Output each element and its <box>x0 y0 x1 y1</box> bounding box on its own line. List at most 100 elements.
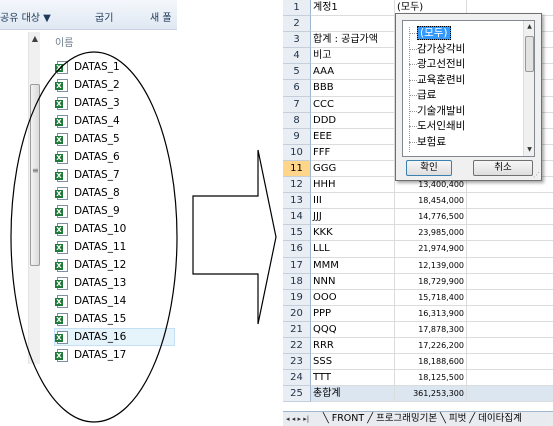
row-header[interactable]: 12 <box>283 177 311 194</box>
cell-b[interactable]: 18,125,500 <box>395 370 467 386</box>
cell-a[interactable]: SSS <box>311 354 395 370</box>
cell-a[interactable]: MMM <box>311 257 395 273</box>
row-header[interactable]: 20 <box>283 305 311 322</box>
cell-a[interactable]: JJJ <box>311 209 395 225</box>
cell-a[interactable]: 총합계 <box>311 386 395 402</box>
cell-b[interactable]: 18,729,900 <box>395 273 467 289</box>
filter-option[interactable]: 도서인쇄비 <box>417 118 465 133</box>
cell-c[interactable] <box>467 225 553 240</box>
cell-b[interactable]: 21,974,900 <box>395 241 467 257</box>
scroll-thumb[interactable]: ≡ <box>30 84 40 266</box>
row-header[interactable]: 11 <box>283 160 311 178</box>
explorer-scrollbar[interactable]: ▲ ≡ <box>28 32 40 364</box>
cell-b[interactable]: 16,313,900 <box>395 305 467 321</box>
filter-option[interactable]: 광고선전비 <box>417 56 465 71</box>
row-header[interactable]: 8 <box>283 112 311 129</box>
filter-scroll-thumb[interactable] <box>525 36 534 72</box>
cell-c[interactable] <box>467 306 553 321</box>
row-header[interactable]: 6 <box>283 80 311 97</box>
cell-a[interactable]: NNN <box>311 273 395 289</box>
row-header[interactable]: 18 <box>283 273 311 290</box>
file-item[interactable]: X DATAS_9 <box>55 202 175 220</box>
cell-a[interactable]: TTT <box>311 370 395 386</box>
sheet-tabs[interactable]: ╲ FRONT ╱ 프로그래밍기본 ╲ 피벗 ╱ 데이타집계 <box>323 412 522 426</box>
cell-c[interactable] <box>467 258 553 273</box>
cell-b[interactable]: 361,253,300 <box>395 386 467 402</box>
cell-a[interactable]: HHH <box>311 177 395 193</box>
cell-a[interactable]: GGG <box>311 160 395 177</box>
cell-c[interactable] <box>467 370 553 385</box>
cell-a[interactable]: 합계 : 공급가액 <box>311 32 395 48</box>
cell-b[interactable]: 23,985,000 <box>395 225 467 241</box>
cell-a[interactable]: 비고 <box>311 48 395 64</box>
row-header[interactable]: 21 <box>283 321 311 338</box>
row-header[interactable]: 19 <box>283 289 311 306</box>
cell-a[interactable]: CCC <box>311 96 395 112</box>
file-item[interactable]: X DATAS_5 <box>55 130 175 148</box>
filter-options-list[interactable]: ▲ ▼ (모두) 감가상각비 광고선전비 교육훈련비 급료 기술개발비 도서인쇄비 보험료 <box>402 20 535 157</box>
filter-list-scrollbar[interactable]: ▲ ▼ <box>523 21 534 156</box>
row-header[interactable]: 24 <box>283 370 311 387</box>
cell-a[interactable]: RRR <box>311 337 395 354</box>
burn-button[interactable]: 굽기 <box>95 9 113 24</box>
cell-a[interactable]: PPP <box>311 305 395 321</box>
file-item[interactable]: X DATAS_12 <box>55 256 175 274</box>
row-header[interactable]: 13 <box>283 193 311 210</box>
cell-b[interactable]: 14,776,500 <box>395 209 467 225</box>
file-item[interactable]: X DATAS_11 <box>55 238 175 256</box>
file-item[interactable]: X DATAS_1 <box>55 58 175 76</box>
cell-c[interactable] <box>467 209 553 224</box>
tab-nav-arrows-icon[interactable]: ◂ ◂ ▸ ▸| <box>286 412 309 426</box>
row-header[interactable]: 17 <box>283 257 311 274</box>
file-item[interactable]: X DATAS_7 <box>55 166 175 184</box>
cell-c[interactable] <box>467 241 553 256</box>
file-item[interactable]: X DATAS_16 <box>54 328 175 346</box>
row-header[interactable]: 14 <box>283 209 311 226</box>
row-header[interactable]: 22 <box>283 337 311 355</box>
cell-a[interactable]: QQQ <box>311 321 395 337</box>
cell-a[interactable]: KKK <box>311 225 395 241</box>
filter-option[interactable]: 급료 <box>417 87 436 102</box>
filter-option[interactable]: 교육훈련비 <box>417 72 465 87</box>
file-item[interactable]: X DATAS_14 <box>55 292 175 310</box>
row-header[interactable]: 23 <box>283 354 311 371</box>
cell-a[interactable]: EEE <box>311 128 395 144</box>
cell-a[interactable]: LLL <box>311 241 395 257</box>
new-folder-button[interactable]: 새 폴 <box>150 9 172 24</box>
row-header[interactable]: 4 <box>283 48 311 65</box>
row-header[interactable]: 1 <box>283 0 311 17</box>
row-header[interactable]: 10 <box>283 144 311 161</box>
row-header[interactable]: 5 <box>283 64 311 81</box>
resize-grip-icon[interactable]: ⋰ <box>533 172 540 179</box>
row-header[interactable]: 9 <box>283 128 311 145</box>
cell-b[interactable]: 17,878,300 <box>395 321 467 337</box>
cell-a[interactable] <box>311 16 395 32</box>
cell-b[interactable]: 18,454,000 <box>395 193 467 209</box>
file-item[interactable]: X DATAS_2 <box>55 76 175 94</box>
cancel-button[interactable]: 취소 <box>473 160 533 176</box>
filter-option[interactable]: 감가상각비 <box>417 41 465 56</box>
scroll-down-icon[interactable]: ▼ <box>524 144 534 156</box>
filter-option[interactable]: (모두) <box>417 25 451 40</box>
cell-a[interactable]: III <box>311 193 395 209</box>
cell-c[interactable] <box>467 274 553 289</box>
scroll-up-icon[interactable]: ▲ <box>524 21 534 33</box>
cell-a[interactable]: OOO <box>311 289 395 305</box>
file-item[interactable]: X DATAS_15 <box>55 310 175 328</box>
cell-c[interactable] <box>467 193 553 208</box>
file-item[interactable]: X DATAS_3 <box>55 94 175 112</box>
scroll-up-icon[interactable]: ▲ <box>29 32 41 46</box>
row-header[interactable]: 7 <box>283 96 311 113</box>
file-item[interactable]: X DATAS_13 <box>55 274 175 292</box>
filter-option[interactable]: 보험료 <box>417 134 446 149</box>
cell-b[interactable]: 15,718,400 <box>395 289 467 305</box>
cell-a[interactable]: 계정1 <box>311 0 395 16</box>
cell-a[interactable]: FFF <box>311 144 395 160</box>
row-header[interactable]: 15 <box>283 225 311 242</box>
cell-a[interactable]: BBB <box>311 80 395 96</box>
file-item[interactable]: X DATAS_17 <box>55 346 175 364</box>
row-header[interactable]: 16 <box>283 241 311 258</box>
cell-c[interactable] <box>467 290 553 305</box>
row-header[interactable]: 3 <box>283 32 311 49</box>
cell-b[interactable]: 17,226,200 <box>395 337 467 354</box>
